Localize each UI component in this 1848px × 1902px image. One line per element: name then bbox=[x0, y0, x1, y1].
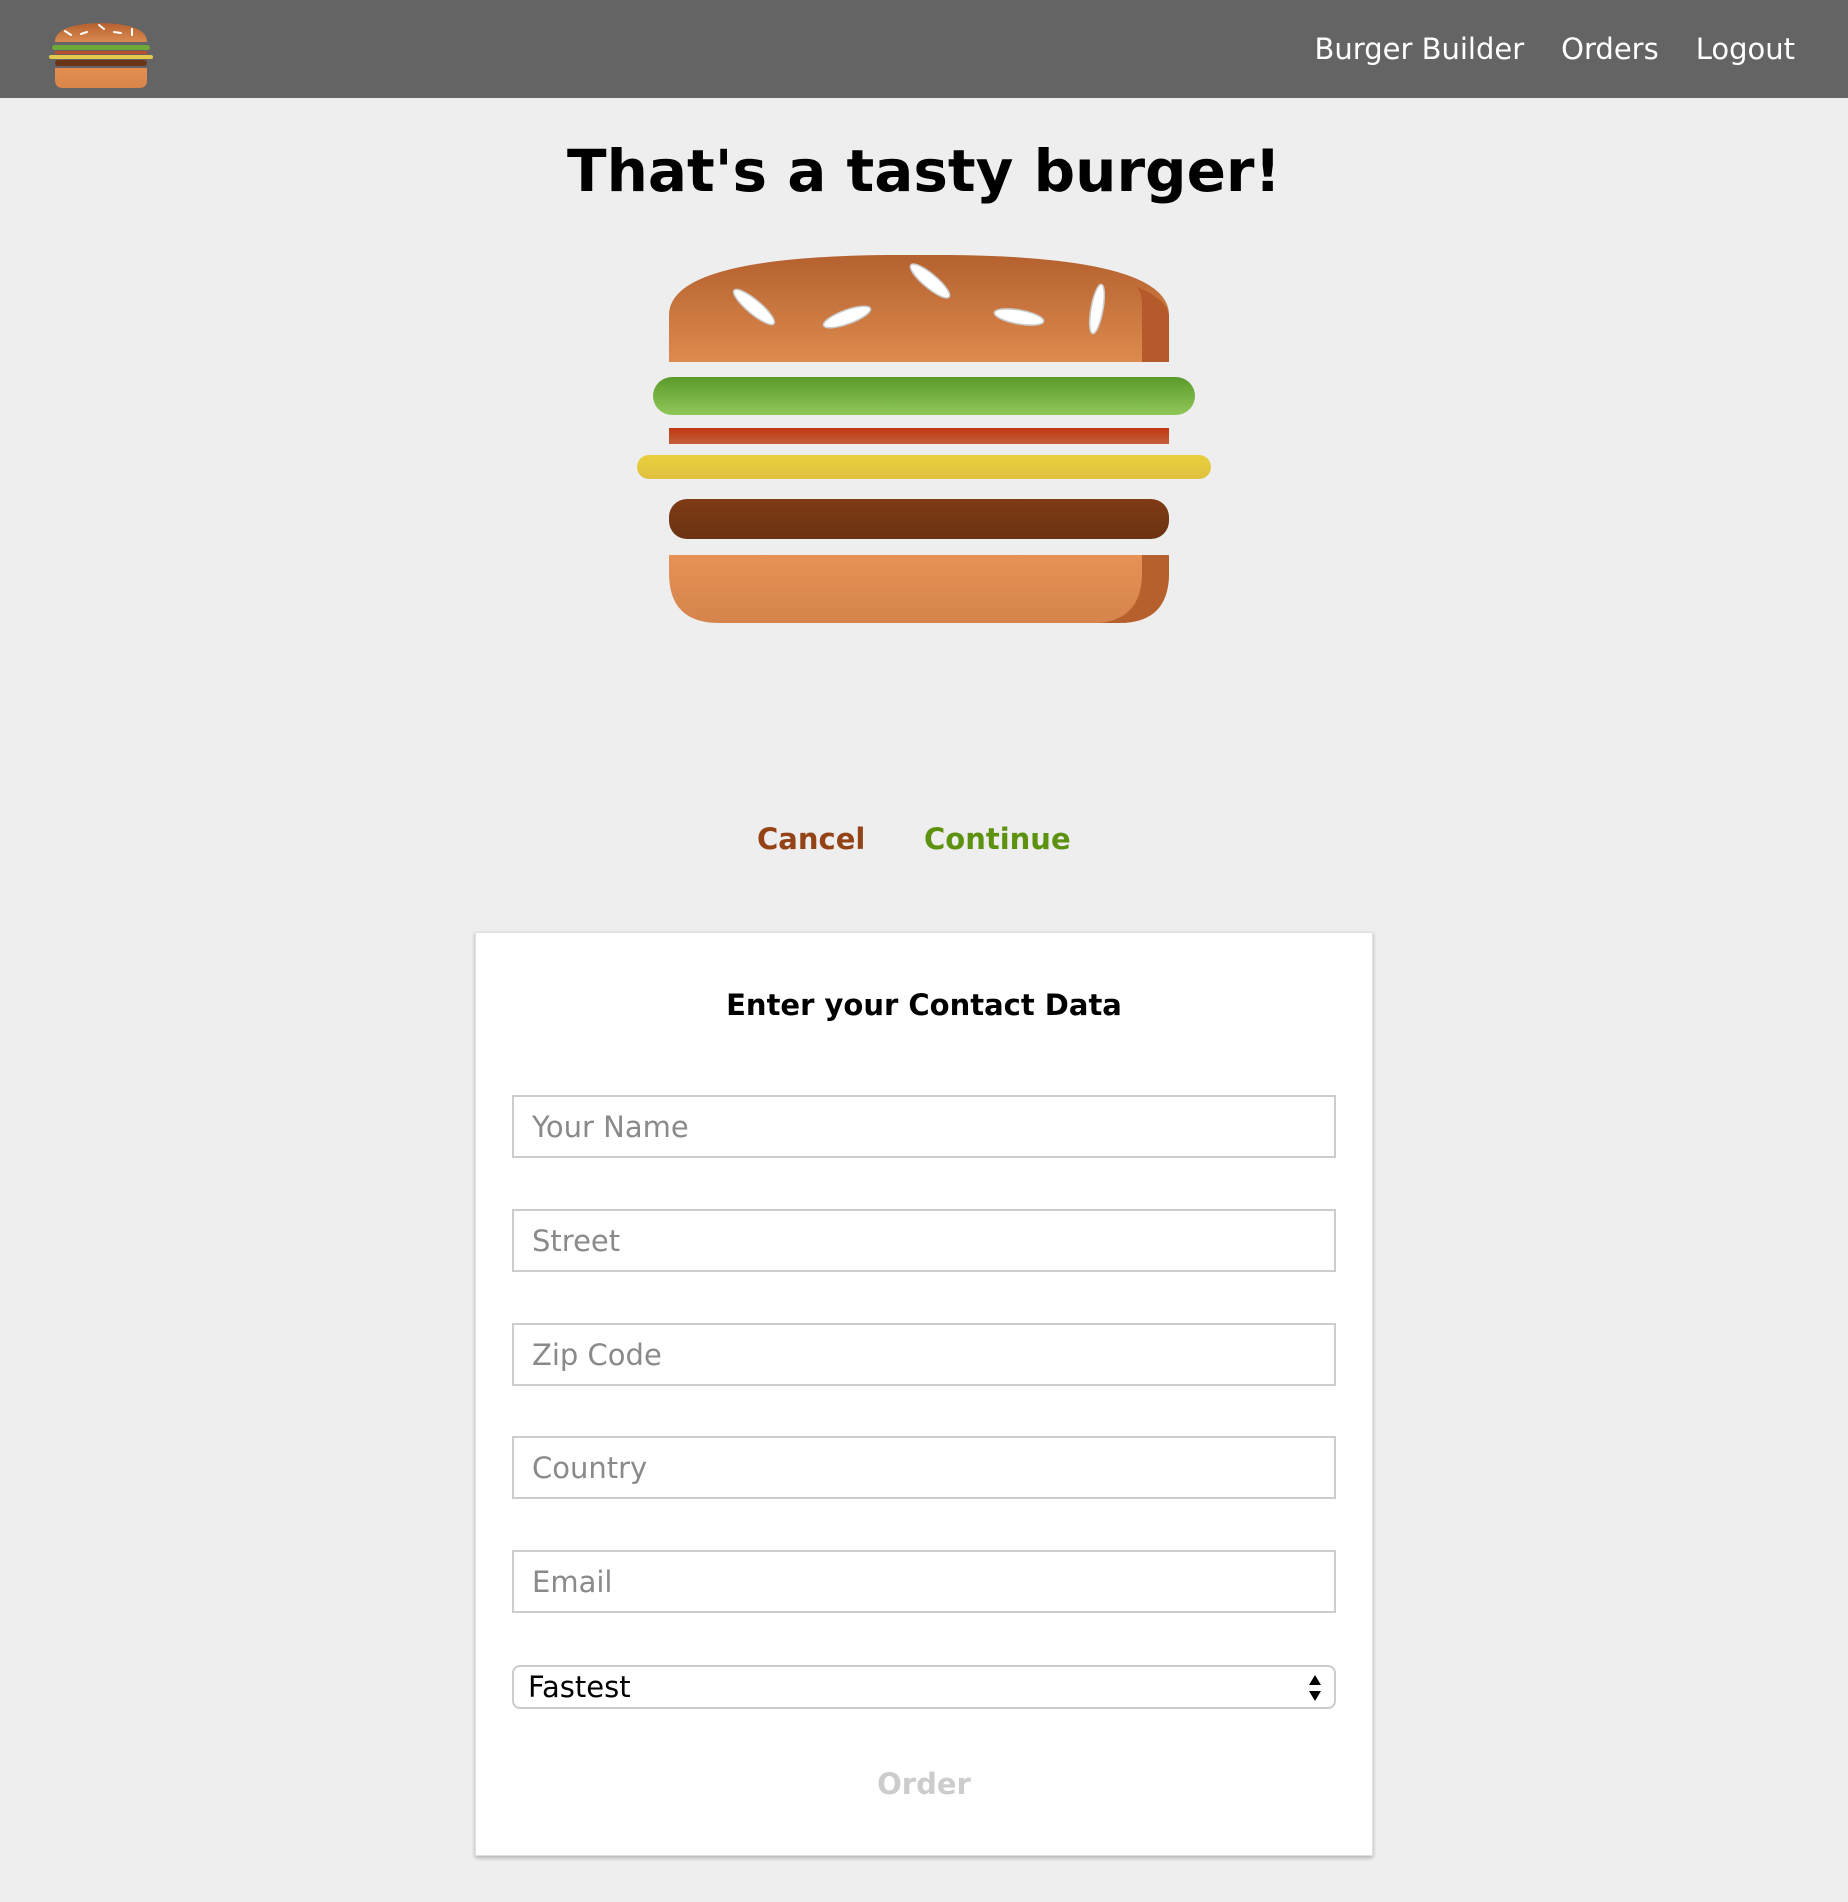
zip-code-input[interactable] bbox=[512, 1323, 1336, 1386]
nav-link-burger-builder[interactable]: Burger Builder bbox=[1315, 32, 1525, 66]
contact-form-title: Enter your Contact Data bbox=[726, 988, 1122, 1022]
summary-actions: Cancel Continue bbox=[0, 817, 1848, 861]
cancel-button[interactable]: Cancel bbox=[757, 817, 865, 861]
ingredient-meat bbox=[669, 499, 1169, 539]
select-arrows-icon bbox=[1309, 1675, 1321, 1701]
continue-button[interactable]: Continue bbox=[924, 817, 1071, 861]
order-button[interactable]: Order bbox=[476, 1762, 1372, 1806]
burger-logo-icon[interactable] bbox=[49, 20, 153, 88]
main-nav: Burger Builder Orders Logout bbox=[1278, 0, 1795, 98]
toolbar: Burger Builder Orders Logout bbox=[0, 0, 1848, 98]
ingredient-salad bbox=[653, 377, 1195, 415]
nav-link-logout[interactable]: Logout bbox=[1696, 32, 1795, 66]
ingredient-bacon bbox=[669, 428, 1169, 444]
delivery-method-select[interactable]: Fastest bbox=[512, 1665, 1336, 1709]
ingredient-bread-bottom bbox=[669, 555, 1169, 623]
country-input[interactable] bbox=[512, 1436, 1336, 1499]
email-input[interactable] bbox=[512, 1550, 1336, 1613]
ingredient-cheese bbox=[637, 455, 1211, 479]
name-input[interactable] bbox=[512, 1095, 1336, 1158]
nav-link-orders[interactable]: Orders bbox=[1561, 32, 1659, 66]
ingredient-bread-top bbox=[669, 255, 1169, 362]
contact-data-card: Enter your Contact Data Fastest Order bbox=[475, 932, 1373, 1856]
page-title: That's a tasty burger! bbox=[567, 137, 1281, 205]
burger-preview bbox=[637, 255, 1211, 623]
delivery-method-value: Fastest bbox=[528, 1670, 631, 1704]
street-input[interactable] bbox=[512, 1209, 1336, 1272]
